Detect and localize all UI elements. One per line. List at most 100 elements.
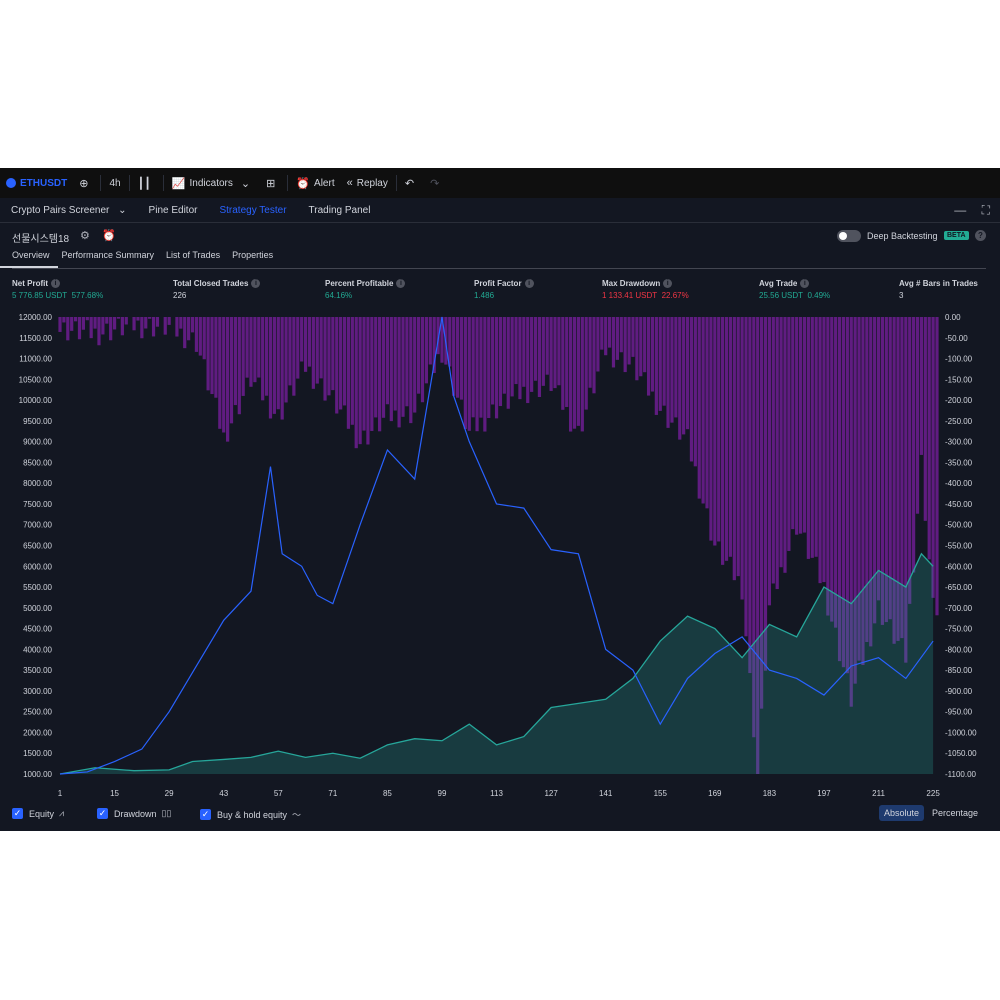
drawdown-bar	[931, 317, 935, 598]
indicators-button[interactable]: 📈 Indicators ⌄	[166, 168, 260, 198]
drawdown-bar	[744, 317, 748, 637]
minimize-icon[interactable]: —	[954, 203, 966, 217]
drawdown-bar	[319, 317, 323, 379]
drawdown-bar	[413, 317, 417, 413]
legend-equity[interactable]: ✓ Equity ⩘	[12, 808, 64, 819]
help-icon[interactable]: ?	[975, 230, 986, 241]
info-icon[interactable]: i	[524, 279, 534, 288]
right-axis-label: -900.00	[945, 687, 973, 696]
info-icon[interactable]: i	[663, 279, 673, 288]
drawdown-bar	[120, 317, 124, 336]
legend-drawdown[interactable]: ✓ Drawdown ▯▯	[97, 808, 171, 819]
x-axis-label: 99	[438, 789, 447, 798]
left-axis-label: 10500.00	[19, 375, 53, 384]
right-axis-label: -750.00	[945, 625, 973, 634]
drawdown-bar	[358, 317, 362, 445]
replay-button[interactable]: « Replay	[341, 168, 394, 198]
alarm-clock-icon[interactable]: ⏰	[102, 229, 116, 242]
checkbox-icon[interactable]: ✓	[200, 809, 211, 820]
tab-trading-panel[interactable]: Trading Panel	[298, 205, 382, 216]
drawdown-bar	[588, 317, 592, 388]
redo-button[interactable]: ↷	[424, 168, 449, 198]
info-icon[interactable]: i	[396, 279, 406, 288]
left-axis-label: 5500.00	[23, 583, 52, 592]
right-axis-label: -250.00	[945, 417, 973, 426]
layouts-button[interactable]: ⊞	[260, 168, 285, 198]
checkbox-icon[interactable]: ✓	[12, 808, 23, 819]
equity-area	[60, 553, 934, 774]
drawdown-bar	[109, 317, 113, 341]
drawdown-bar	[643, 317, 647, 373]
absolute-button[interactable]: Absolute	[879, 805, 925, 821]
tab-crypto-pairs-screener[interactable]: Crypto Pairs Screener ⌄	[0, 205, 138, 216]
right-axis-label: -1000.00	[945, 728, 977, 737]
drawdown-bar	[339, 317, 343, 410]
drawdown-bar	[288, 317, 292, 386]
x-axis-label: 43	[219, 789, 228, 798]
drawdown-bar	[787, 317, 791, 551]
toolbar-divider	[395, 175, 397, 191]
tab-performance-summary[interactable]: Performance Summary	[58, 250, 163, 268]
legend-label: Buy & hold equity	[217, 809, 288, 820]
drawdown-bar	[342, 317, 347, 406]
left-axis-label: 11000.00	[19, 355, 52, 364]
drawdown-bar	[323, 317, 327, 401]
tab-label: Crypto Pairs Screener	[11, 204, 110, 216]
drawdown-bar	[721, 317, 725, 565]
left-axis-label: 2500.00	[23, 708, 52, 717]
deep-backtesting-toggle[interactable]	[837, 230, 861, 242]
drawdown-bar	[218, 317, 222, 429]
drawdown-bar	[370, 317, 374, 431]
info-icon[interactable]: i	[51, 279, 60, 288]
drawdown-bar	[175, 317, 179, 337]
drawdown-bar	[268, 317, 273, 419]
drawdown-bar	[409, 317, 413, 424]
drawdown-bar	[483, 317, 487, 432]
drawdown-bar	[405, 317, 409, 407]
interval-button[interactable]: 4h	[103, 168, 126, 198]
settings-icon[interactable]: ⚙	[80, 229, 90, 242]
drawdown-bar	[85, 317, 89, 321]
maximize-icon[interactable]: ⛶	[982, 203, 990, 217]
equity-chart[interactable]: 12000.0011500.0011000.0010500.0010000.00…	[0, 312, 1000, 802]
metric-percent: 22.67%	[661, 291, 689, 300]
tab-properties[interactable]: Properties	[228, 250, 281, 268]
tab-list-of-trades[interactable]: List of Trades	[162, 250, 228, 268]
metric-value: 1.486	[474, 291, 495, 300]
tab-overview[interactable]: Overview	[0, 250, 58, 268]
checkbox-icon[interactable]: ✓	[97, 808, 108, 819]
right-axis-label: -600.00	[945, 562, 973, 571]
drawdown-bar	[592, 317, 596, 394]
drawdown-bar	[249, 317, 253, 387]
metric-percent: 577.68%	[71, 291, 104, 300]
drawdown-bar	[717, 317, 721, 542]
chart-type-button[interactable]: ┃┃	[132, 168, 161, 198]
drawdown-bar	[795, 317, 799, 535]
info-icon[interactable]: i	[800, 279, 810, 288]
legend-buy-hold[interactable]: ✓ Buy & hold equity 〜	[200, 808, 301, 821]
drawdown-bar	[798, 317, 803, 534]
drawdown-bar	[105, 317, 109, 324]
symbol-selector[interactable]: ETHUSDT	[0, 168, 73, 198]
x-axis-label: 15	[110, 789, 119, 798]
tab-strategy-tester[interactable]: Strategy Tester	[208, 205, 297, 216]
right-axis-label: -950.00	[945, 708, 973, 717]
undo-button[interactable]: ↶	[399, 168, 424, 198]
metric-percent-profitable: Percent Profitable i 64.16%	[325, 279, 406, 300]
percentage-button[interactable]: Percentage	[932, 805, 978, 821]
drawdown-bar	[374, 317, 378, 418]
x-axis-label: 169	[708, 789, 722, 798]
drawdown-bar	[522, 317, 526, 387]
tab-pine-editor[interactable]: Pine Editor	[138, 205, 209, 216]
drawdown-bar	[284, 317, 288, 403]
line-icon: ⩘	[59, 808, 65, 818]
drawdown-bar	[206, 317, 210, 391]
drawdown-bar	[401, 317, 405, 417]
drawdown-bar	[210, 317, 214, 395]
compare-button[interactable]: ⊕	[73, 168, 98, 198]
drawdown-bar	[802, 317, 807, 533]
alert-button[interactable]: ⏰ Alert	[290, 168, 340, 198]
legend-label: Drawdown	[114, 808, 157, 819]
drawdown-bar	[140, 317, 144, 339]
info-icon[interactable]: i	[251, 279, 261, 288]
